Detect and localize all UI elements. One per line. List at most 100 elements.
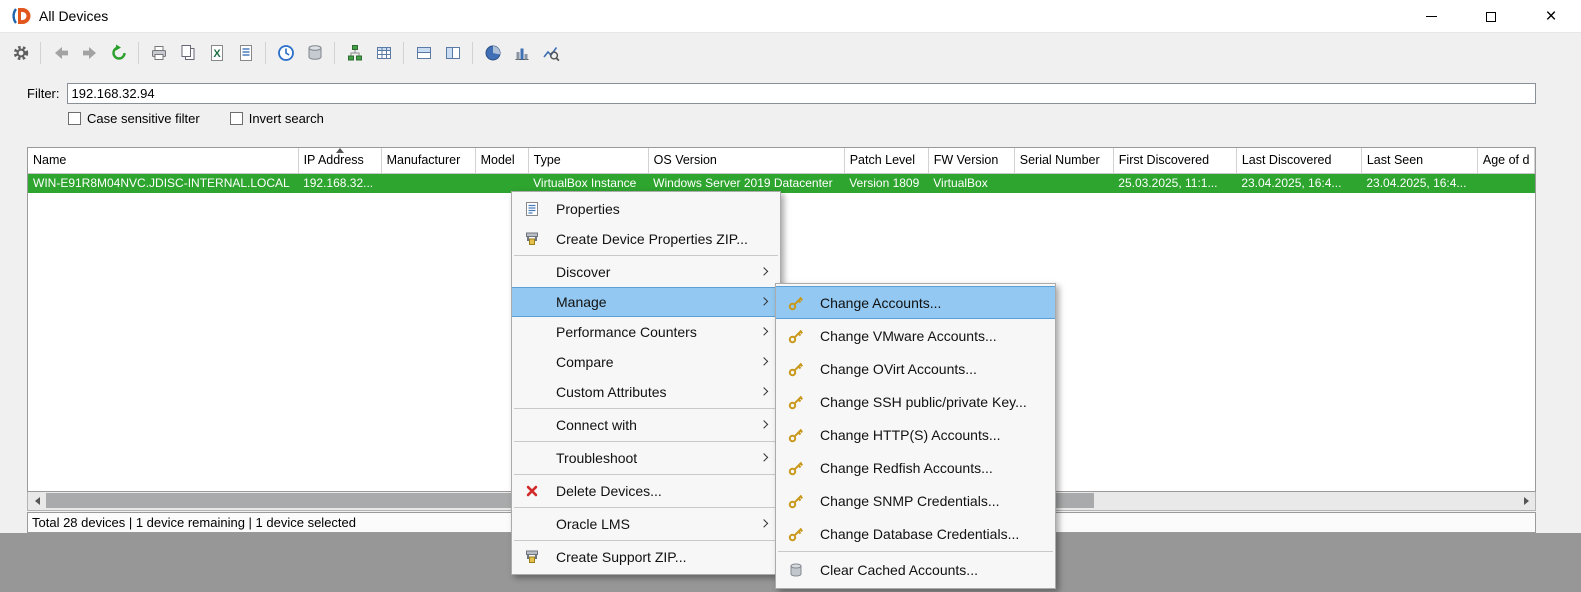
column-header-name[interactable]: Name bbox=[28, 148, 299, 174]
menu-item-custom-attributes[interactable]: Custom Attributes bbox=[512, 377, 780, 407]
column-header-patch-level[interactable]: Patch Level bbox=[844, 148, 929, 174]
menu-item-performance-counters[interactable]: Performance Counters bbox=[512, 317, 780, 347]
submenu-item-change-ssh-key[interactable]: Change SSH public/private Key... bbox=[776, 385, 1055, 418]
cell-fw-version: VirtualBox bbox=[928, 173, 1015, 193]
toolbar-separator bbox=[472, 41, 473, 64]
close-button[interactable]: × bbox=[1521, 0, 1581, 33]
column-header-os-version[interactable]: OS Version bbox=[648, 148, 845, 174]
menu-item-manage[interactable]: Manage bbox=[512, 287, 780, 317]
split-vertical-button[interactable] bbox=[439, 39, 466, 66]
invert-search-checkbox[interactable] bbox=[229, 111, 243, 125]
menu-separator bbox=[514, 474, 778, 475]
column-header-ip-address[interactable]: IP Address bbox=[298, 148, 382, 174]
column-header-last-discovered[interactable]: Last Discovered bbox=[1236, 148, 1362, 174]
print-icon bbox=[151, 45, 166, 60]
menu-separator bbox=[778, 551, 1053, 552]
print-button[interactable] bbox=[145, 39, 172, 66]
submenu-item-change-snmp-credentials[interactable]: Change SNMP Credentials... bbox=[776, 484, 1055, 517]
clear-cache-icon bbox=[784, 562, 808, 578]
copy-icon bbox=[181, 44, 194, 60]
table-view-button[interactable] bbox=[370, 39, 397, 66]
pie-chart-button[interactable] bbox=[479, 39, 506, 66]
menu-separator bbox=[514, 255, 778, 256]
properties-icon bbox=[520, 201, 544, 217]
column-header-fw-version[interactable]: FW Version bbox=[928, 148, 1015, 174]
export-excel-button[interactable]: X bbox=[203, 39, 230, 66]
menu-item-create-device-properties-zip[interactable]: Create Device Properties ZIP... bbox=[512, 224, 780, 254]
toolbar-separator bbox=[40, 41, 41, 64]
zip-icon bbox=[520, 549, 544, 565]
app-window: All Devices × X Filter: 192.168.32.94 Ca… bbox=[0, 0, 1581, 592]
menu-item-properties[interactable]: Properties bbox=[512, 194, 780, 224]
toolbar-separator bbox=[265, 41, 266, 64]
column-header-age[interactable]: Age of d bbox=[1477, 148, 1535, 174]
submenu-arrow-icon bbox=[759, 327, 769, 336]
zip-icon bbox=[520, 231, 544, 247]
column-header-type[interactable]: Type bbox=[528, 148, 649, 174]
chart-zoom-button[interactable] bbox=[537, 39, 564, 66]
table-header-row: Name IP Address Manufacturer Model Type … bbox=[28, 148, 1535, 174]
submenu-item-change-ovirt-accounts[interactable]: Change OVirt Accounts... bbox=[776, 352, 1055, 385]
column-header-model[interactable]: Model bbox=[475, 148, 529, 174]
column-header-last-seen[interactable]: Last Seen bbox=[1361, 148, 1478, 174]
status-text: Total 28 devices | 1 device remaining | … bbox=[32, 515, 356, 530]
device-row-selected[interactable]: WIN-E91R8M04NVC.JDISC-INTERNAL.LOCAL 192… bbox=[28, 173, 1535, 193]
minimize-button[interactable] bbox=[1401, 0, 1461, 33]
key-icon bbox=[784, 394, 808, 410]
menu-item-create-support-zip[interactable]: Create Support ZIP... bbox=[512, 542, 780, 572]
forward-arrow-icon bbox=[82, 46, 96, 59]
menu-item-troubleshoot[interactable]: Troubleshoot bbox=[512, 443, 780, 473]
filter-input[interactable] bbox=[66, 82, 1536, 104]
cell-last-seen: 23.04.2025, 16:4... bbox=[1361, 173, 1478, 193]
cell-manufacturer bbox=[381, 173, 476, 193]
cell-model bbox=[475, 173, 529, 193]
cell-name: WIN-E91R8M04NVC.JDISC-INTERNAL.LOCAL bbox=[28, 173, 299, 193]
submenu-item-clear-cached-accounts[interactable]: Clear Cached Accounts... bbox=[776, 553, 1055, 586]
menu-item-connect-with[interactable]: Connect with bbox=[512, 410, 780, 440]
menu-separator bbox=[514, 540, 778, 541]
topology-button[interactable] bbox=[341, 39, 368, 66]
manage-submenu: Change Accounts... Change VMware Account… bbox=[775, 283, 1056, 589]
cell-first-discovered: 25.03.2025, 11:1... bbox=[1113, 173, 1237, 193]
refresh-button[interactable] bbox=[105, 39, 132, 66]
key-icon bbox=[784, 526, 808, 542]
submenu-item-change-redfish-accounts[interactable]: Change Redfish Accounts... bbox=[776, 451, 1055, 484]
bar-chart-button[interactable] bbox=[508, 39, 535, 66]
menu-item-compare[interactable]: Compare bbox=[512, 347, 780, 377]
settings-button[interactable] bbox=[7, 39, 34, 66]
submenu-item-change-accounts[interactable]: Change Accounts... bbox=[776, 286, 1055, 319]
scroll-left-button[interactable] bbox=[29, 493, 45, 508]
case-sensitive-checkbox[interactable] bbox=[68, 111, 81, 125]
scheduler-button[interactable] bbox=[272, 39, 299, 66]
case-sensitive-label: Case sensitive filter bbox=[87, 110, 200, 126]
export-report-button[interactable] bbox=[232, 39, 259, 66]
menu-item-discover[interactable]: Discover bbox=[512, 257, 780, 287]
database-button[interactable] bbox=[301, 39, 328, 66]
cell-last-discovered: 23.04.2025, 16:4... bbox=[1236, 173, 1362, 193]
submenu-item-change-vmware-accounts[interactable]: Change VMware Accounts... bbox=[776, 319, 1055, 352]
window-controls: × bbox=[1401, 0, 1581, 33]
back-arrow-icon bbox=[54, 46, 68, 59]
split-horizontal-button[interactable] bbox=[410, 39, 437, 66]
key-icon bbox=[784, 295, 808, 311]
maximize-button[interactable] bbox=[1461, 0, 1521, 33]
submenu-item-change-http-accounts[interactable]: Change HTTP(S) Accounts... bbox=[776, 418, 1055, 451]
delete-icon bbox=[520, 484, 544, 498]
scroll-right-button[interactable] bbox=[1518, 493, 1534, 508]
export-excel-icon: X bbox=[210, 44, 223, 61]
cell-ip-address: 192.168.32... bbox=[298, 173, 382, 193]
column-header-manufacturer[interactable]: Manufacturer bbox=[381, 148, 476, 174]
column-header-serial-number[interactable]: Serial Number bbox=[1014, 148, 1114, 174]
column-header-first-discovered[interactable]: First Discovered bbox=[1113, 148, 1237, 174]
table-view-icon bbox=[376, 46, 391, 59]
menu-item-oracle-lms[interactable]: Oracle LMS bbox=[512, 509, 780, 539]
copy-button[interactable] bbox=[174, 39, 201, 66]
back-button[interactable] bbox=[47, 39, 74, 66]
window-title: All Devices bbox=[39, 8, 109, 24]
submenu-item-change-database-credentials[interactable]: Change Database Credentials... bbox=[776, 517, 1055, 550]
menu-item-delete-devices[interactable]: Delete Devices... bbox=[512, 476, 780, 506]
export-report-icon bbox=[239, 44, 252, 61]
forward-button[interactable] bbox=[76, 39, 103, 66]
scroll-left-icon bbox=[34, 496, 40, 505]
filter-row: Filter: bbox=[27, 82, 1536, 104]
